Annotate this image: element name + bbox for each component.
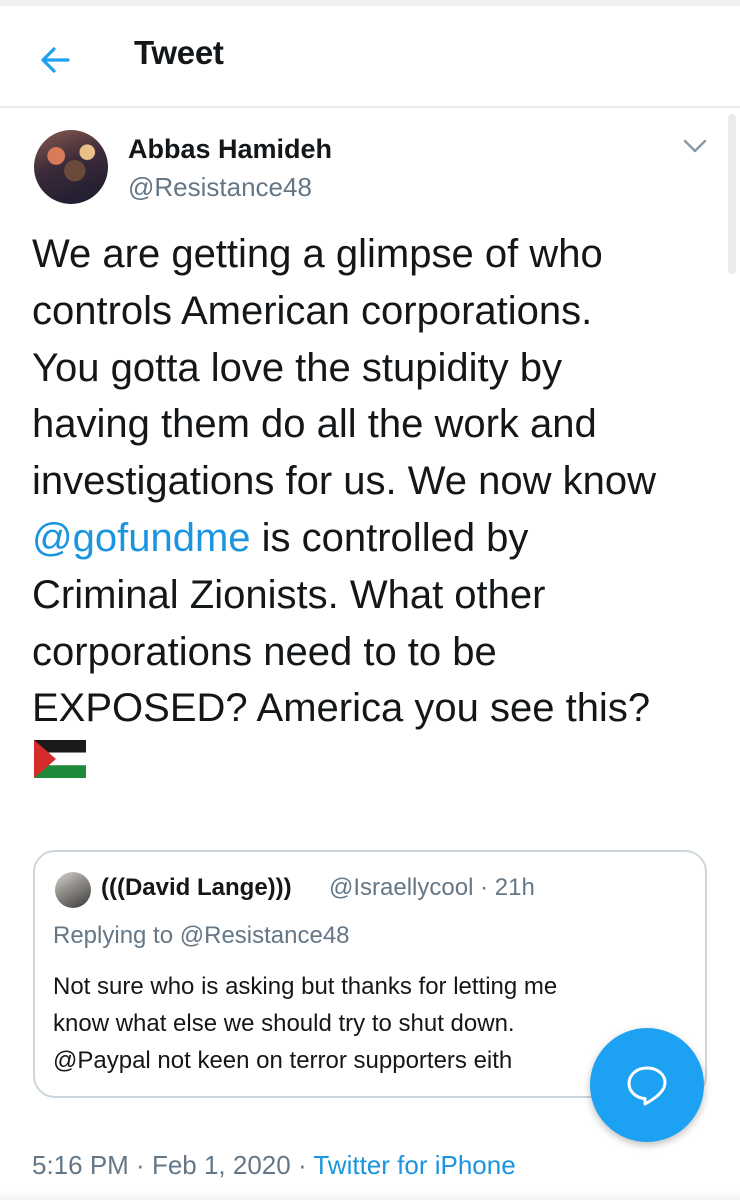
- page-title: Tweet: [134, 34, 224, 71]
- tweet-menu-button[interactable]: [680, 134, 710, 158]
- top-app-bar: Tweet: [0, 6, 740, 108]
- tweet-source-link[interactable]: Twitter for iPhone: [313, 1150, 515, 1180]
- tweet-text-line: controls American corporations.: [32, 288, 593, 333]
- meta-separator: ·: [290, 1150, 314, 1180]
- quoted-author-name: (((David Lange))): [101, 874, 292, 901]
- tweet-text-line: You gotta love the stupidity by: [32, 345, 562, 390]
- author-name[interactable]: Abbas Hamideh: [128, 134, 332, 165]
- tweet-text-line: investigations for us. We now know: [32, 459, 657, 504]
- tweet-text-line: @gofundme is controlled by: [32, 510, 722, 567]
- quoted-author-avatar: [55, 872, 91, 908]
- tweet-text: We are getting a glimpse of who controls…: [32, 226, 722, 737]
- tweet-text-fragment: is controlled by: [250, 515, 529, 560]
- palestine-flag-icon: [34, 740, 86, 778]
- tweet-text-line: corporations need to to be: [32, 629, 497, 674]
- back-button[interactable]: [34, 38, 78, 82]
- tweet-text-line: EXPOSED? America you see this?: [32, 686, 651, 731]
- quoted-tweet-age: 21h: [494, 874, 535, 901]
- tweet-date: Feb 1, 2020: [151, 1150, 291, 1180]
- reply-fab-button[interactable]: [590, 1028, 704, 1142]
- mention-link[interactable]: @gofundme: [32, 516, 251, 560]
- author-handle[interactable]: @Resistance48: [128, 172, 312, 203]
- scrollbar[interactable]: [728, 114, 736, 274]
- action-bar-edge: [0, 1190, 740, 1200]
- arrow-left-icon: [41, 47, 70, 73]
- replying-prefix: Replying to: [53, 922, 180, 949]
- quoted-author-handle: @Israellycool: [329, 874, 474, 901]
- quoted-text-line: know what else we should try to shut dow…: [53, 1010, 515, 1037]
- meta-separator: ·: [473, 874, 495, 901]
- tweet-text-line: We are getting a glimpse of who: [32, 232, 603, 276]
- meta-separator: ·: [128, 1150, 152, 1180]
- replying-to-line: Replying to @Resistance48: [53, 922, 350, 950]
- chevron-down-icon: [683, 139, 707, 153]
- tweet-text-line: having them do all the work and: [32, 402, 597, 447]
- quoted-text-line: Not sure who is asking but thanks for le…: [53, 973, 558, 1000]
- replying-to-handle: @Resistance48: [179, 922, 350, 949]
- tweet-time: 5:16 PM: [32, 1150, 129, 1180]
- tweet-meta: 5:16 PM · Feb 1, 2020 · Twitter for iPho…: [32, 1150, 516, 1181]
- speech-bubble-icon: [627, 1066, 667, 1106]
- tweet-text-line: Criminal Zionists. What other: [32, 572, 546, 617]
- author-avatar[interactable]: [34, 130, 108, 204]
- quoted-author-meta: @Israellycool · 21h: [329, 874, 535, 902]
